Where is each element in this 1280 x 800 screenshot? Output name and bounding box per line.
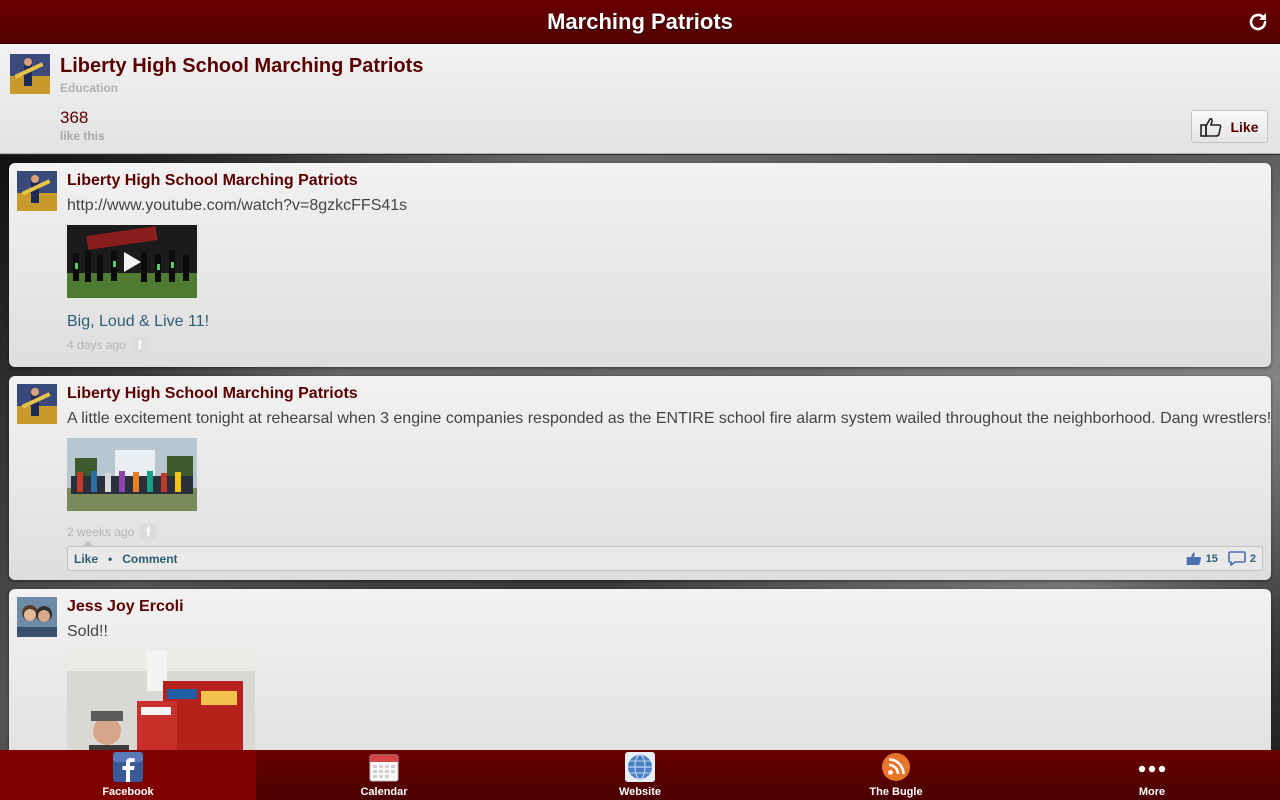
- post-timestamp-row: 2 weeks ago f: [67, 524, 157, 540]
- video-thumbnail[interactable]: [67, 225, 197, 298]
- post-link-title[interactable]: Big, Loud & Live 11!: [67, 313, 209, 331]
- feed-post: Liberty High School Marching Patriots A …: [9, 376, 1271, 580]
- facebook-mini-icon: f: [140, 524, 157, 540]
- post-author-avatar: [17, 171, 57, 211]
- post-author[interactable]: Jess Joy Ercoli: [67, 598, 184, 616]
- post-message: A little excitement tonight at rehearsal…: [67, 410, 1272, 427]
- top-bar: Marching Patriots: [0, 0, 1280, 44]
- post-author-avatar: [17, 384, 57, 424]
- post-author[interactable]: Liberty High School Marching Patriots: [67, 385, 358, 403]
- photo-thumbnail[interactable]: [67, 651, 255, 750]
- post-timestamp: 4 days ago: [67, 338, 126, 352]
- page-category: Education: [60, 81, 119, 95]
- post-timestamp: 2 weeks ago: [67, 525, 135, 539]
- page-name[interactable]: Liberty High School Marching Patriots: [60, 55, 423, 78]
- post-like-link[interactable]: Like: [74, 552, 98, 566]
- like-count-icon: [1186, 552, 1201, 566]
- like-count: 368: [60, 108, 89, 127]
- thumbs-up-icon: [1200, 117, 1222, 137]
- app-title: Marching Patriots: [547, 8, 733, 34]
- bottom-nav: Facebook Calendar Website The Bugle More: [0, 750, 1280, 800]
- facebook-icon: [113, 752, 143, 782]
- calendar-icon: [369, 752, 399, 782]
- facebook-mini-icon: f: [131, 337, 148, 353]
- post-like-count: 15: [1205, 552, 1218, 565]
- nav-item-the-bugle[interactable]: The Bugle: [768, 750, 1024, 800]
- feed-post: Jess Joy Ercoli Sold!!: [9, 589, 1271, 750]
- photo-thumbnail[interactable]: [67, 438, 197, 511]
- refresh-button[interactable]: [1244, 8, 1272, 36]
- post-message[interactable]: http://www.youtube.com/watch?v=8gzkcFFS4…: [67, 197, 407, 215]
- fireworks-stand-photo: [67, 651, 255, 750]
- action-separator: •: [108, 551, 113, 566]
- comment-count-icon: [1228, 551, 1246, 566]
- post-action-bar: Like • Comment 15 2: [67, 541, 1263, 571]
- nav-label: Facebook: [102, 786, 154, 798]
- nav-item-more[interactable]: More: [1024, 750, 1280, 800]
- post-engagement-counts: 15 2: [1186, 551, 1256, 566]
- post-timestamp-row: 4 days ago f: [67, 337, 148, 353]
- globe-icon: [625, 752, 655, 782]
- nav-item-facebook[interactable]: Facebook: [0, 750, 256, 800]
- post-comment-link[interactable]: Comment: [122, 552, 177, 566]
- nav-label: The Bugle: [869, 786, 923, 798]
- feed-post: Liberty High School Marching Patriots ht…: [9, 163, 1271, 367]
- post-comment-count: 2: [1249, 552, 1256, 565]
- group-photo-image: [67, 438, 197, 511]
- nav-item-calendar[interactable]: Calendar: [256, 750, 512, 800]
- rss-icon: [881, 752, 911, 782]
- like-button-label: Like: [1230, 118, 1259, 135]
- nav-label: Website: [619, 786, 661, 798]
- page-header: Liberty High School Marching Patriots Ed…: [0, 44, 1280, 154]
- post-author-avatar: [17, 597, 57, 637]
- news-feed[interactable]: Liberty High School Marching Patriots ht…: [0, 155, 1280, 750]
- refresh-icon: [1249, 13, 1267, 31]
- nav-label: Calendar: [360, 786, 408, 798]
- video-thumbnail-image: [67, 225, 197, 298]
- nav-item-website[interactable]: Website: [512, 750, 768, 800]
- more-icon: [1137, 752, 1167, 782]
- like-count-label: like this: [60, 129, 105, 143]
- nav-label: More: [1138, 786, 1166, 798]
- post-author[interactable]: Liberty High School Marching Patriots: [67, 172, 358, 190]
- like-page-button[interactable]: Like: [1191, 110, 1268, 143]
- page-avatar: [10, 54, 50, 94]
- action-bar-caret: [82, 541, 94, 547]
- post-message: Sold!!: [67, 623, 108, 640]
